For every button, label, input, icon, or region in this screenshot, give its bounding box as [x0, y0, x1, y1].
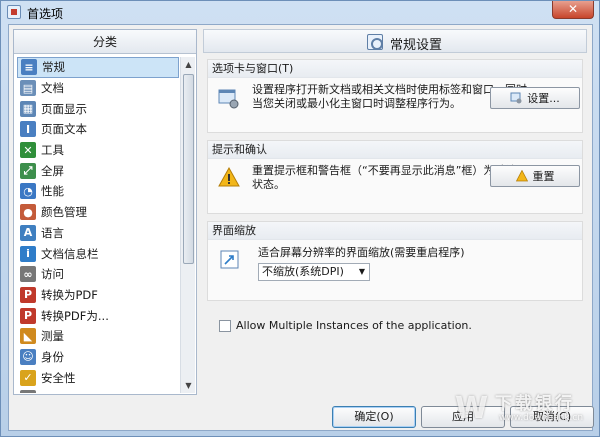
- settings-header: 常规设置: [203, 29, 587, 53]
- cancel-button[interactable]: 取消(C): [510, 406, 594, 428]
- category-item[interactable]: P 转换为PDF: [17, 285, 179, 306]
- category-item[interactable]: ∞ 访问: [17, 264, 179, 285]
- fullscreen-icon: ⤢: [20, 162, 36, 179]
- category-item[interactable]: ◣ 测量: [17, 326, 179, 347]
- category-scrollbar[interactable]: ▲ ▼: [180, 57, 195, 393]
- scroll-up-icon[interactable]: ▲: [181, 57, 196, 72]
- scaling-icon: [220, 250, 239, 269]
- dialog-body: 分类 ≡ 常规 ▤ 文档 ▦ 页面显示 I 页面文本 ✕ 工具 ⤢ 全屏 ◔ 性能 ● 颜色管理 A 语言 i 文档信…: [8, 24, 594, 431]
- category-label: 页面显示: [41, 101, 87, 116]
- category-item[interactable]: ▤ 文档: [17, 78, 179, 99]
- category-label: JavaScript: [41, 391, 99, 393]
- category-label: 工具: [41, 143, 64, 158]
- category-label: 颜色管理: [41, 205, 87, 220]
- category-label: 访问: [41, 267, 64, 282]
- convert-from-pdf-icon: P: [20, 307, 36, 324]
- reset-label: 重置: [532, 170, 555, 183]
- category-label: 转换PDF为...: [41, 308, 109, 323]
- category-label: 语言: [41, 225, 64, 240]
- warning-icon: [218, 167, 240, 187]
- prompts-group: 提示和确认 重置提示框和警告框（“不要再显示此消息”框）为默认 状态。 重置: [207, 140, 583, 214]
- category-label: 文档: [41, 81, 64, 96]
- settings-icon: [510, 92, 522, 104]
- category-item[interactable]: i 文档信息栏: [17, 243, 179, 264]
- category-item[interactable]: ◔ 性能: [17, 181, 179, 202]
- window-title: 首选项: [27, 7, 64, 21]
- info-icon: i: [20, 245, 36, 262]
- settings-title: 常规设置: [390, 38, 443, 53]
- ok-button[interactable]: 确定(O): [332, 406, 416, 428]
- security-icon: ✓: [20, 369, 36, 386]
- tabs-windows-group: 选项卡与窗口(T) 设置程序打开新文档或相关文档时使用标签和窗口，同时 当您关闭…: [207, 59, 583, 133]
- category-label: 安全性: [41, 370, 76, 385]
- category-item[interactable]: ✓ 安全性: [17, 367, 179, 388]
- scaling-select-value: 不缩放(系统DPI): [262, 265, 344, 278]
- apply-button[interactable]: 应用: [421, 406, 505, 428]
- category-item[interactable]: ≡ 常规: [17, 57, 179, 78]
- general-settings-icon: ≡: [21, 59, 37, 76]
- prompts-description-line1: 重置提示框和警告框（“不要再显示此消息”框）为默认: [252, 164, 517, 177]
- tabs-description-line1: 设置程序打开新文档或相关文档时使用标签和窗口，同时: [252, 83, 527, 96]
- color-management-icon: ●: [20, 204, 36, 221]
- window-settings-icon: [218, 89, 239, 109]
- scaling-label: 适合屏幕分辨率的界面缩放(需要重启程序): [258, 246, 465, 259]
- document-icon: ▤: [20, 80, 36, 97]
- page-display-icon: ▦: [20, 100, 36, 117]
- group-title: 界面缩放: [208, 222, 582, 240]
- category-item[interactable]: ▦ 页面显示: [17, 98, 179, 119]
- tools-icon: ✕: [20, 142, 36, 159]
- settings-panel: 常规设置 选项卡与窗口(T) 设置程序打开新文档或相关文档时使用标签和窗口，同时…: [203, 29, 587, 395]
- scrollbar-thumb[interactable]: [183, 74, 194, 264]
- close-button[interactable]: ✕: [552, 1, 594, 19]
- category-item[interactable]: ⤢ 全屏: [17, 160, 179, 181]
- scaling-select[interactable]: 不缩放(系统DPI) ▼: [258, 263, 370, 281]
- multi-instance-checkbox[interactable]: [219, 319, 231, 332]
- performance-icon: ◔: [20, 183, 36, 200]
- category-label: 性能: [41, 184, 64, 199]
- multi-instance-label: Allow Multiple Instances of the applicat…: [236, 319, 472, 332]
- category-label: 身份: [41, 349, 64, 364]
- category-label: 测量: [41, 329, 64, 344]
- group-title: 选项卡与窗口(T): [208, 60, 582, 78]
- category-label: 全屏: [41, 163, 64, 178]
- category-item[interactable]: J JavaScript: [17, 388, 179, 393]
- language-icon: A: [20, 224, 36, 241]
- app-icon: [7, 5, 21, 19]
- title-bar[interactable]: 首选项 ✕: [1, 1, 599, 23]
- accessibility-icon: ∞: [20, 266, 36, 283]
- warning-small-icon: [515, 170, 528, 182]
- category-item[interactable]: I 页面文本: [17, 119, 179, 140]
- category-header: 分类: [14, 30, 196, 54]
- scroll-down-icon[interactable]: ▼: [181, 378, 196, 393]
- multi-instance-option[interactable]: Allow Multiple Instances of the applicat…: [219, 319, 472, 332]
- category-label: 常规: [42, 60, 65, 75]
- prompts-description-line2: 状态。: [252, 178, 285, 191]
- preferences-window: 首选项 ✕ 分类 ≡ 常规 ▤ 文档 ▦ 页面显示 I 页面文本 ✕ 工具 ⤢ 全屏 ◔ 性能 ● 颜色管理 A…: [0, 0, 600, 437]
- category-item[interactable]: ● 颜色管理: [17, 202, 179, 223]
- category-item[interactable]: P 转换PDF为...: [17, 305, 179, 326]
- measure-icon: ◣: [20, 328, 36, 345]
- identity-icon: ☺: [20, 348, 36, 365]
- category-item[interactable]: ☺ 身份: [17, 347, 179, 368]
- category-panel: 分类 ≡ 常规 ▤ 文档 ▦ 页面显示 I 页面文本 ✕ 工具 ⤢ 全屏 ◔ 性能 ● 颜色管理 A 语言 i 文档信…: [13, 29, 197, 395]
- category-label: 转换为PDF: [41, 287, 98, 302]
- general-settings-icon: [367, 34, 383, 50]
- tabs-description-line2: 当您关闭或最小化主窗口时调整程序行为。: [252, 97, 461, 110]
- chevron-down-icon: ▼: [358, 267, 365, 276]
- category-item[interactable]: ✕ 工具: [17, 140, 179, 161]
- category-label: 文档信息栏: [41, 246, 99, 261]
- category-label: 页面文本: [41, 122, 87, 137]
- tabs-settings-button[interactable]: 设置...: [490, 87, 580, 109]
- category-item[interactable]: A 语言: [17, 223, 179, 244]
- reset-prompts-button[interactable]: 重置: [490, 165, 580, 187]
- category-list: ≡ 常规 ▤ 文档 ▦ 页面显示 I 页面文本 ✕ 工具 ⤢ 全屏 ◔ 性能 ● 颜色管理 A 语言 i 文档信息栏 ∞…: [17, 57, 179, 393]
- dialog-footer: 确定(O) 应用 取消(C): [9, 402, 594, 431]
- tabs-settings-label: 设置...: [527, 92, 560, 105]
- page-text-icon: I: [20, 121, 36, 138]
- convert-pdf-icon: P: [20, 286, 36, 303]
- ui-scaling-group: 界面缩放 适合屏幕分辨率的界面缩放(需要重启程序) 不缩放(系统DPI) ▼: [207, 221, 583, 301]
- group-title: 提示和确认: [208, 141, 582, 159]
- javascript-icon: J: [20, 390, 36, 393]
